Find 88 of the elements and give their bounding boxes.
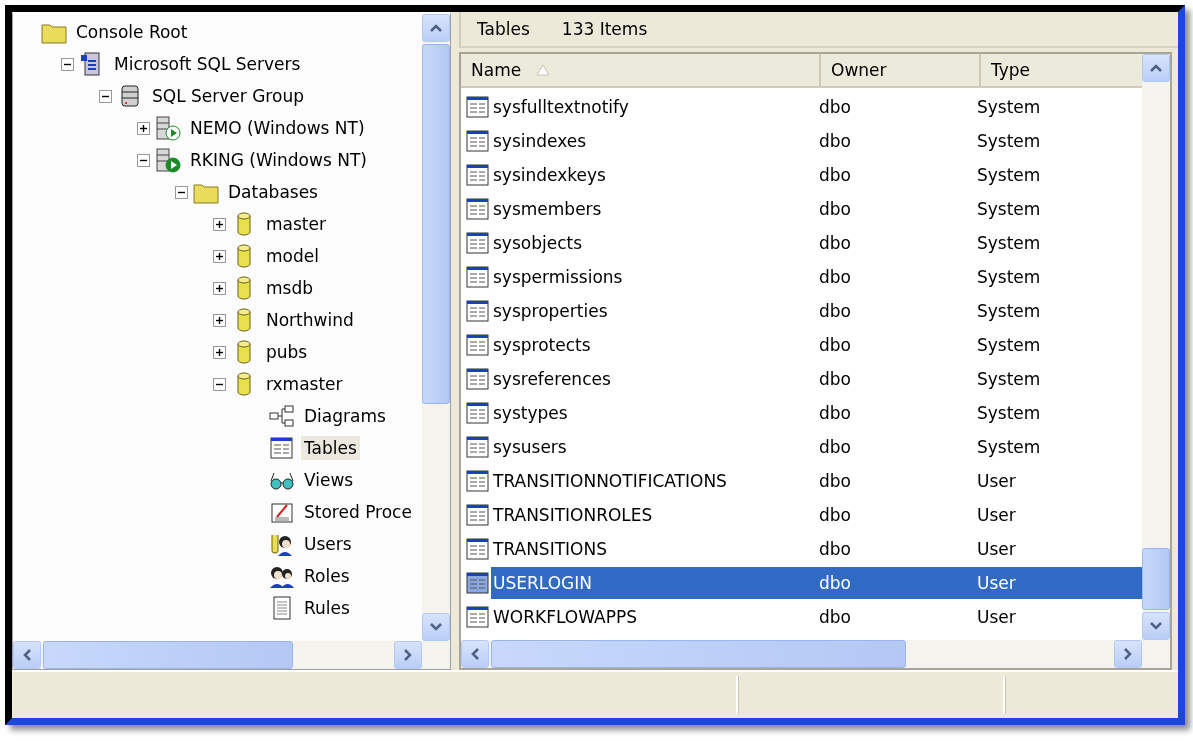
column-header[interactable]: Owner: [821, 54, 981, 86]
table-cell-text: dbo: [818, 471, 852, 491]
table-row[interactable]: TRANSITIONROLES dbo User: [491, 499, 1142, 531]
table-row[interactable]: TRANSITIONS dbo User: [491, 533, 1142, 565]
tree-item[interactable]: master: [263, 212, 329, 236]
tree-item[interactable]: SQL Server Group: [149, 84, 307, 108]
table-cell-text: dbo: [818, 301, 852, 321]
table-cell-text: sysproperties: [492, 301, 609, 321]
table-cell-text: System: [976, 165, 1042, 185]
table-cell-text: WORKFLOWAPPS: [492, 607, 638, 627]
tree-item[interactable]: Views: [301, 468, 357, 492]
table-cell-text: System: [976, 97, 1042, 117]
table-cell-text: dbo: [818, 131, 852, 151]
table-cell-text: User: [976, 539, 1017, 559]
table-cell-text: User: [976, 505, 1017, 525]
tree-item[interactable]: Diagrams: [301, 404, 389, 428]
table-cell-text: sysmembers: [492, 199, 603, 219]
table-row[interactable]: sysindexkeys dbo System: [491, 159, 1142, 191]
table-cell-text: User: [976, 471, 1017, 491]
tree-item[interactable]: Console Root: [73, 20, 191, 44]
table-cell-text: User: [976, 573, 1017, 593]
table-row[interactable]: systypes dbo System: [491, 397, 1142, 429]
table-cell-text: dbo: [818, 607, 852, 627]
table-cell-text: dbo: [818, 335, 852, 355]
table-cell-text: System: [976, 301, 1042, 321]
table-cell-text: sysusers: [492, 437, 568, 457]
table-row[interactable]: sysobjects dbo System: [491, 227, 1142, 259]
table-cell-text: System: [976, 267, 1042, 287]
table-cell-text: dbo: [818, 233, 852, 253]
table-cell-text: syspermissions: [492, 267, 624, 287]
column-header[interactable]: Name: [461, 54, 821, 86]
tree-item[interactable]: Rules: [301, 596, 353, 620]
table-cell-text: sysindexes: [492, 131, 588, 151]
table-cell-text: sysprotects: [492, 335, 592, 355]
tree-item[interactable]: Microsoft SQL Servers: [111, 52, 304, 76]
table-cell-text: System: [976, 335, 1042, 355]
table-cell-text: dbo: [818, 403, 852, 423]
table-cell-text: TRANSITIONNOTIFICATIONS: [492, 471, 728, 491]
table-cell-text: System: [976, 403, 1042, 423]
column-header[interactable]: Type: [981, 54, 1142, 86]
tree-item[interactable]: Tables: [301, 436, 360, 460]
table-cell-text: dbo: [818, 369, 852, 389]
table-cell-text: TRANSITIONS: [492, 539, 608, 559]
tree-item[interactable]: Roles: [301, 564, 353, 588]
table-row[interactable]: sysreferences dbo System: [491, 363, 1142, 395]
table-row[interactable]: sysprotects dbo System: [491, 329, 1142, 361]
table-row[interactable]: sysproperties dbo System: [491, 295, 1142, 327]
table-cell-text: System: [976, 131, 1042, 151]
list-title: Tables: [477, 19, 530, 39]
table-cell-text: User: [976, 607, 1017, 627]
table-cell-text: dbo: [818, 165, 852, 185]
table-row[interactable]: sysmembers dbo System: [491, 193, 1142, 225]
table-row[interactable]: syspermissions dbo System: [491, 261, 1142, 293]
table-cell-text: dbo: [818, 573, 852, 593]
tree-item[interactable]: rxmaster: [263, 372, 346, 396]
table-cell-text: dbo: [818, 437, 852, 457]
tree-item[interactable]: model: [263, 244, 322, 268]
table-row[interactable]: WORKFLOWAPPS dbo User: [491, 601, 1142, 633]
table-cell-text: sysreferences: [492, 369, 612, 389]
tree-item[interactable]: Stored Proce: [301, 500, 415, 524]
table-cell-text: dbo: [818, 267, 852, 287]
tree-item[interactable]: msdb: [263, 276, 316, 300]
table-cell-text: TRANSITIONROLES: [492, 505, 654, 525]
table-cell-text: systypes: [492, 403, 569, 423]
table-row[interactable]: sysusers dbo System: [491, 431, 1142, 463]
table-cell-text: System: [976, 199, 1042, 219]
table-row[interactable]: USERLOGIN dbo User: [491, 567, 1142, 599]
table-row[interactable]: sysindexes dbo System: [491, 125, 1142, 157]
tree-item[interactable]: Databases: [225, 180, 321, 204]
item-count: 133 Items: [561, 19, 648, 39]
table-cell-text: USERLOGIN: [492, 573, 593, 593]
table-row[interactable]: sysfulltextnotify dbo System: [491, 91, 1142, 123]
table-cell-text: sysfulltextnotify: [492, 97, 630, 117]
table-cell-text: dbo: [818, 539, 852, 559]
table-cell-text: dbo: [818, 199, 852, 219]
table-cell-text: dbo: [818, 97, 852, 117]
tree-item[interactable]: Northwind: [263, 308, 357, 332]
table-cell-text: System: [976, 437, 1042, 457]
table-cell-text: System: [976, 233, 1042, 253]
table-row[interactable]: TRANSITIONNOTIFICATIONS dbo User: [491, 465, 1142, 497]
table-cell-text: dbo: [818, 505, 852, 525]
table-cell-text: sysobjects: [492, 233, 584, 253]
tree-item[interactable]: Users: [301, 532, 355, 556]
tree-item[interactable]: RKING (Windows NT): [187, 148, 370, 172]
tree-item[interactable]: pubs: [263, 340, 311, 364]
tree-item[interactable]: NEMO (Windows NT): [187, 116, 368, 140]
table-cell-text: sysindexkeys: [492, 165, 607, 185]
table-cell-text: System: [976, 369, 1042, 389]
